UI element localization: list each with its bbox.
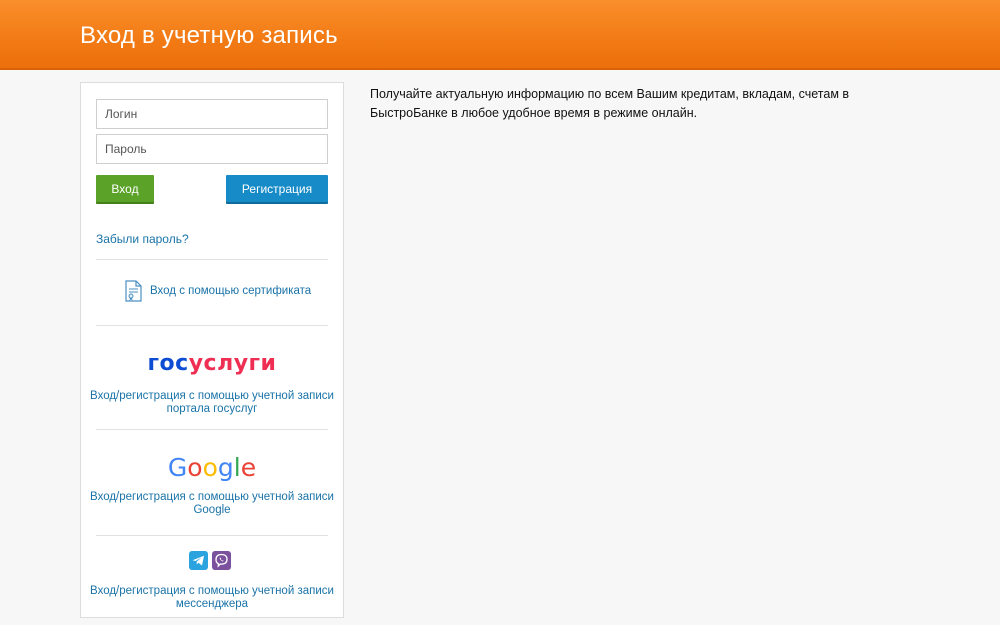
- gosuslugi-logo[interactable]: госуслуги: [81, 351, 343, 376]
- page-header: Вход в учетную запись: [0, 0, 1000, 70]
- google-login-link[interactable]: Вход/регистрация с помощью учетной запис…: [81, 491, 343, 517]
- forgot-password-link[interactable]: Забыли пароль?: [96, 232, 189, 246]
- messenger-link-line1: Вход/регистрация с помощью учетной запис…: [90, 585, 334, 597]
- gosuslugi-login-link[interactable]: Вход/регистрация с помощью учетной запис…: [81, 390, 343, 416]
- google-logo-letter: o: [202, 453, 218, 482]
- password-input[interactable]: [96, 134, 328, 164]
- messenger-login-link[interactable]: Вход/регистрация с помощью учетной запис…: [81, 585, 343, 611]
- info-line2: БыстроБанке в любое удобное время в режи…: [370, 106, 698, 120]
- telegram-icon[interactable]: [189, 551, 208, 570]
- google-logo-letter: o: [187, 453, 203, 482]
- gosuslugi-logo-part1: гос: [147, 351, 189, 376]
- messenger-icons: [189, 551, 231, 570]
- divider: [96, 259, 328, 260]
- certificate-icon: [125, 280, 142, 302]
- google-link-line2: Google: [193, 504, 231, 516]
- google-logo-letter: G: [167, 453, 188, 482]
- register-button[interactable]: Регистрация: [226, 175, 328, 204]
- messenger-link-line2: мессенджера: [175, 598, 249, 610]
- google-link-line1: Вход/регистрация с помощью учетной запис…: [90, 491, 334, 503]
- viber-icon[interactable]: [212, 551, 231, 570]
- info-text: Получайте актуальную информацию по всем …: [370, 85, 870, 123]
- google-logo-letter: g: [217, 453, 234, 482]
- certificate-login-link[interactable]: Вход с помощью сертификата: [150, 285, 311, 297]
- gosuslugi-link-line2: портала госуслуг: [166, 403, 258, 415]
- google-logo-letter: l: [233, 453, 241, 482]
- divider: [96, 535, 328, 536]
- login-button[interactable]: Вход: [96, 175, 154, 204]
- divider: [96, 429, 328, 430]
- google-logo[interactable]: Google: [81, 453, 343, 482]
- divider: [96, 325, 328, 326]
- gosuslugi-logo-part2: услуги: [188, 351, 277, 376]
- login-input[interactable]: [96, 99, 328, 129]
- certificate-login-row[interactable]: Вход с помощью сертификата: [125, 279, 311, 303]
- info-line1: Получайте актуальную информацию по всем …: [370, 87, 850, 101]
- gosuslugi-link-line1: Вход/регистрация с помощью учетной запис…: [90, 390, 334, 402]
- login-panel: Вход Регистрация Забыли пароль? Вход с п…: [80, 82, 344, 618]
- page-title: Вход в учетную запись: [80, 22, 338, 49]
- google-logo-letter: e: [240, 453, 257, 482]
